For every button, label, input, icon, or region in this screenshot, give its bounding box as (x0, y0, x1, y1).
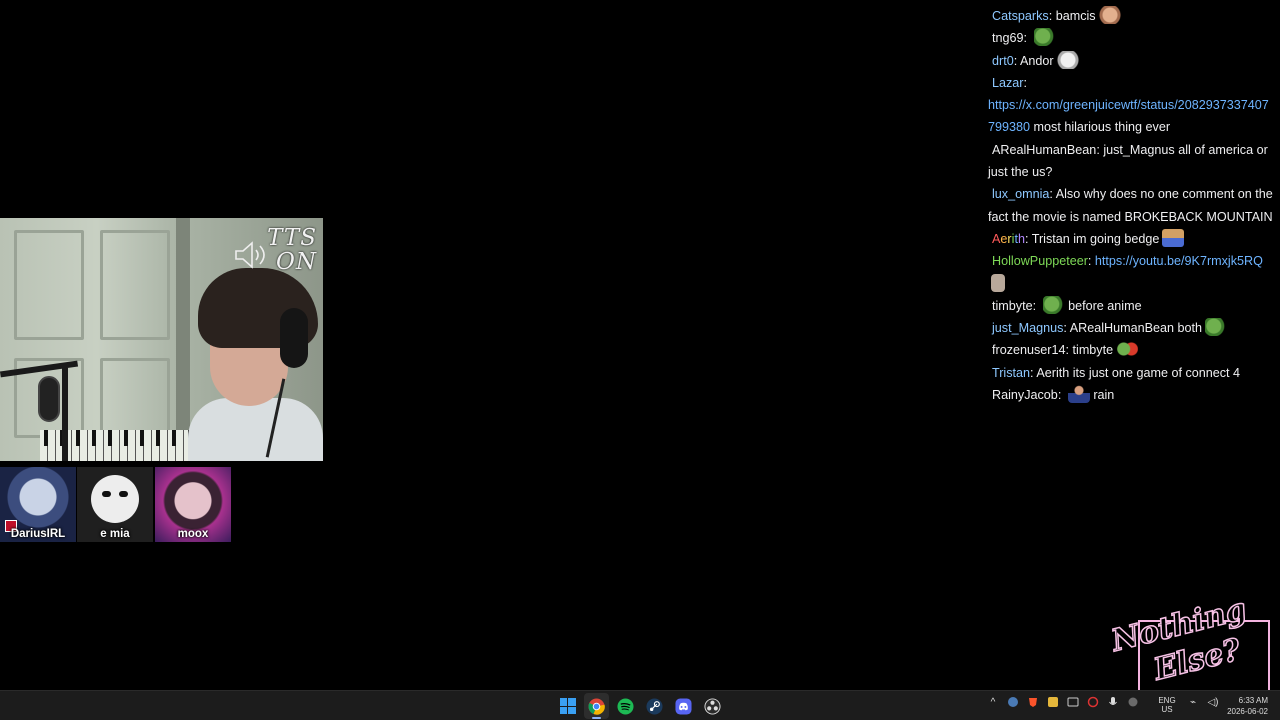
chat-message: Catsparks: bamcis (988, 5, 1274, 27)
chat-username[interactable]: timbyte (992, 299, 1033, 313)
webcam-feed: TTS ON (0, 218, 323, 461)
door-panel (14, 230, 84, 340)
status-icons: ⌁ ◁) (1186, 695, 1220, 709)
chat-panel: Catsparks: bamcis tng69: drt0: Andor Lazar… (988, 5, 1274, 406)
chat-message: Tristan: Aerith its just one game of con… (992, 365, 1241, 380)
app-tray-icon[interactable] (1086, 695, 1100, 709)
beige-emote-icon[interactable] (991, 273, 1005, 292)
steam-icon (646, 697, 663, 715)
viewer-name: e mia (100, 528, 130, 540)
viewer-tile[interactable]: DariusIRL (0, 467, 76, 542)
chat-link[interactable]: https://youtu.be/9K7rmxjk5RQ (1095, 254, 1263, 268)
taskbar-apps (555, 693, 725, 719)
fist-emote-icon[interactable] (1116, 340, 1139, 359)
viewer-tile[interactable]: e mia (77, 467, 153, 542)
obs-icon (704, 697, 721, 715)
chat-username[interactable]: lux_omnia (992, 187, 1049, 201)
chat-username[interactable]: HollowPuppeteer (992, 254, 1088, 268)
chat-username[interactable]: Aerith (992, 232, 1025, 246)
taskbar-spotify[interactable] (613, 693, 638, 719)
chat-message: ARealHumanBean: just_Magnus all of ameri… (988, 142, 1268, 180)
headphones (280, 308, 308, 368)
clock-time: 6:33 AM (1238, 696, 1268, 705)
chat-message: timbyte: before anime (988, 295, 1274, 317)
brave-tray-icon[interactable] (1026, 695, 1040, 709)
chat-message: Aerith: Tristan im going bedge (988, 228, 1274, 250)
language-indicator[interactable]: ENG US (1158, 696, 1176, 714)
region-code: US (1161, 705, 1173, 714)
door-panel (100, 230, 170, 340)
taskbar-obs[interactable] (700, 693, 725, 719)
viewer-name: DariusIRL (10, 528, 66, 540)
start-button[interactable] (555, 693, 580, 719)
chat-text: Tristan im going bedge (1031, 231, 1160, 246)
chat-message: tng69: (988, 27, 1274, 49)
chat-username[interactable]: tng69 (992, 31, 1024, 45)
viewer-cams: DariusIRL e mia moox (0, 467, 231, 542)
taskbar: ^ ENG US ⌁ ◁) 6:33 AM 2026-06-02 (0, 690, 1280, 720)
tts-label: TTS ON (267, 225, 317, 275)
chat-username[interactable]: drt0 (992, 54, 1014, 68)
speaker-icon (235, 241, 265, 269)
streamer (188, 258, 323, 461)
chrome-icon (588, 697, 605, 715)
taskbar-discord[interactable] (671, 693, 696, 719)
taskbar-chrome[interactable] (584, 693, 609, 719)
microphone-icon[interactable] (1106, 695, 1120, 709)
pepe-emote-icon[interactable] (1205, 318, 1228, 337)
tts-indicator: TTS ON (233, 226, 317, 282)
chat-username[interactable]: Catsparks (992, 9, 1049, 23)
app-tray-icon[interactable] (1066, 695, 1080, 709)
taskbar-steam[interactable] (642, 693, 667, 719)
chat-message: HollowPuppeteer: https://youtu.be/9K7rmx… (988, 250, 1274, 295)
chat-text: Andor (1020, 53, 1054, 68)
network-icon[interactable]: ⌁ (1186, 695, 1200, 709)
viewer-tile[interactable]: moox (155, 467, 231, 542)
chat-text: most hilarious thing ever (1030, 120, 1171, 135)
chat-username[interactable]: ARealHumanBean (992, 143, 1096, 157)
volume-icon[interactable]: ◁) (1206, 695, 1220, 709)
hand-emote-icon[interactable] (1098, 6, 1121, 24)
avatar (91, 475, 139, 523)
app-tray-icon[interactable] (1126, 695, 1140, 709)
chat-username[interactable]: frozenuser14 (992, 343, 1066, 357)
lang-code: ENG (1158, 696, 1176, 705)
mic-stand (62, 368, 68, 461)
app-tray-icon[interactable] (1046, 695, 1060, 709)
chat-text: ARealHumanBean both (1069, 321, 1203, 336)
chat-username[interactable]: just_Magnus (992, 321, 1063, 335)
microphone (38, 376, 60, 422)
clock[interactable]: 6:33 AM 2026-06-02 (1227, 695, 1268, 717)
discord-icon (675, 697, 692, 715)
chat-message: lux_omnia: Also why does no one comment … (988, 187, 1273, 224)
chat-text: rain (1093, 388, 1115, 403)
dog-emote-icon[interactable] (1056, 50, 1079, 69)
viewer-name: moox (177, 528, 209, 540)
chat-message: Lazar: https://x.com/greenjuicewtf/statu… (988, 75, 1269, 135)
clock-date: 2026-06-02 (1227, 707, 1268, 716)
windows-start-icon (559, 698, 576, 714)
door-panel (100, 358, 170, 438)
bed-emote-icon[interactable] (1162, 228, 1185, 247)
chat-message: drt0: Andor (988, 50, 1274, 72)
chat-username[interactable]: RainyJacob (992, 388, 1058, 402)
chat-message: frozenuser14: timbyte (988, 339, 1274, 361)
chat-message: just_Magnus: ARealHumanBean both (988, 317, 1274, 339)
chat-text: bamcis (1055, 9, 1096, 23)
chat-text: timbyte (1072, 343, 1114, 358)
chevron-up-icon[interactable]: ^ (986, 695, 1000, 709)
shirt (188, 398, 323, 461)
chat-text: before anime (1068, 298, 1142, 313)
chat-username[interactable]: Tristan (992, 366, 1030, 380)
chat-username[interactable]: Lazar (992, 76, 1024, 90)
system-tray: ^ (986, 695, 1140, 709)
spotify-icon (617, 697, 634, 715)
chat-text: Aerith its just one game of connect 4 (1036, 365, 1241, 380)
pepe-emote-icon[interactable] (1033, 28, 1056, 47)
chat-message: RainyJacob: rain (988, 384, 1274, 406)
steam-tray-icon[interactable] (1006, 695, 1020, 709)
pepe-emote-icon[interactable] (1042, 295, 1065, 314)
man-emote-icon[interactable] (1067, 385, 1090, 404)
